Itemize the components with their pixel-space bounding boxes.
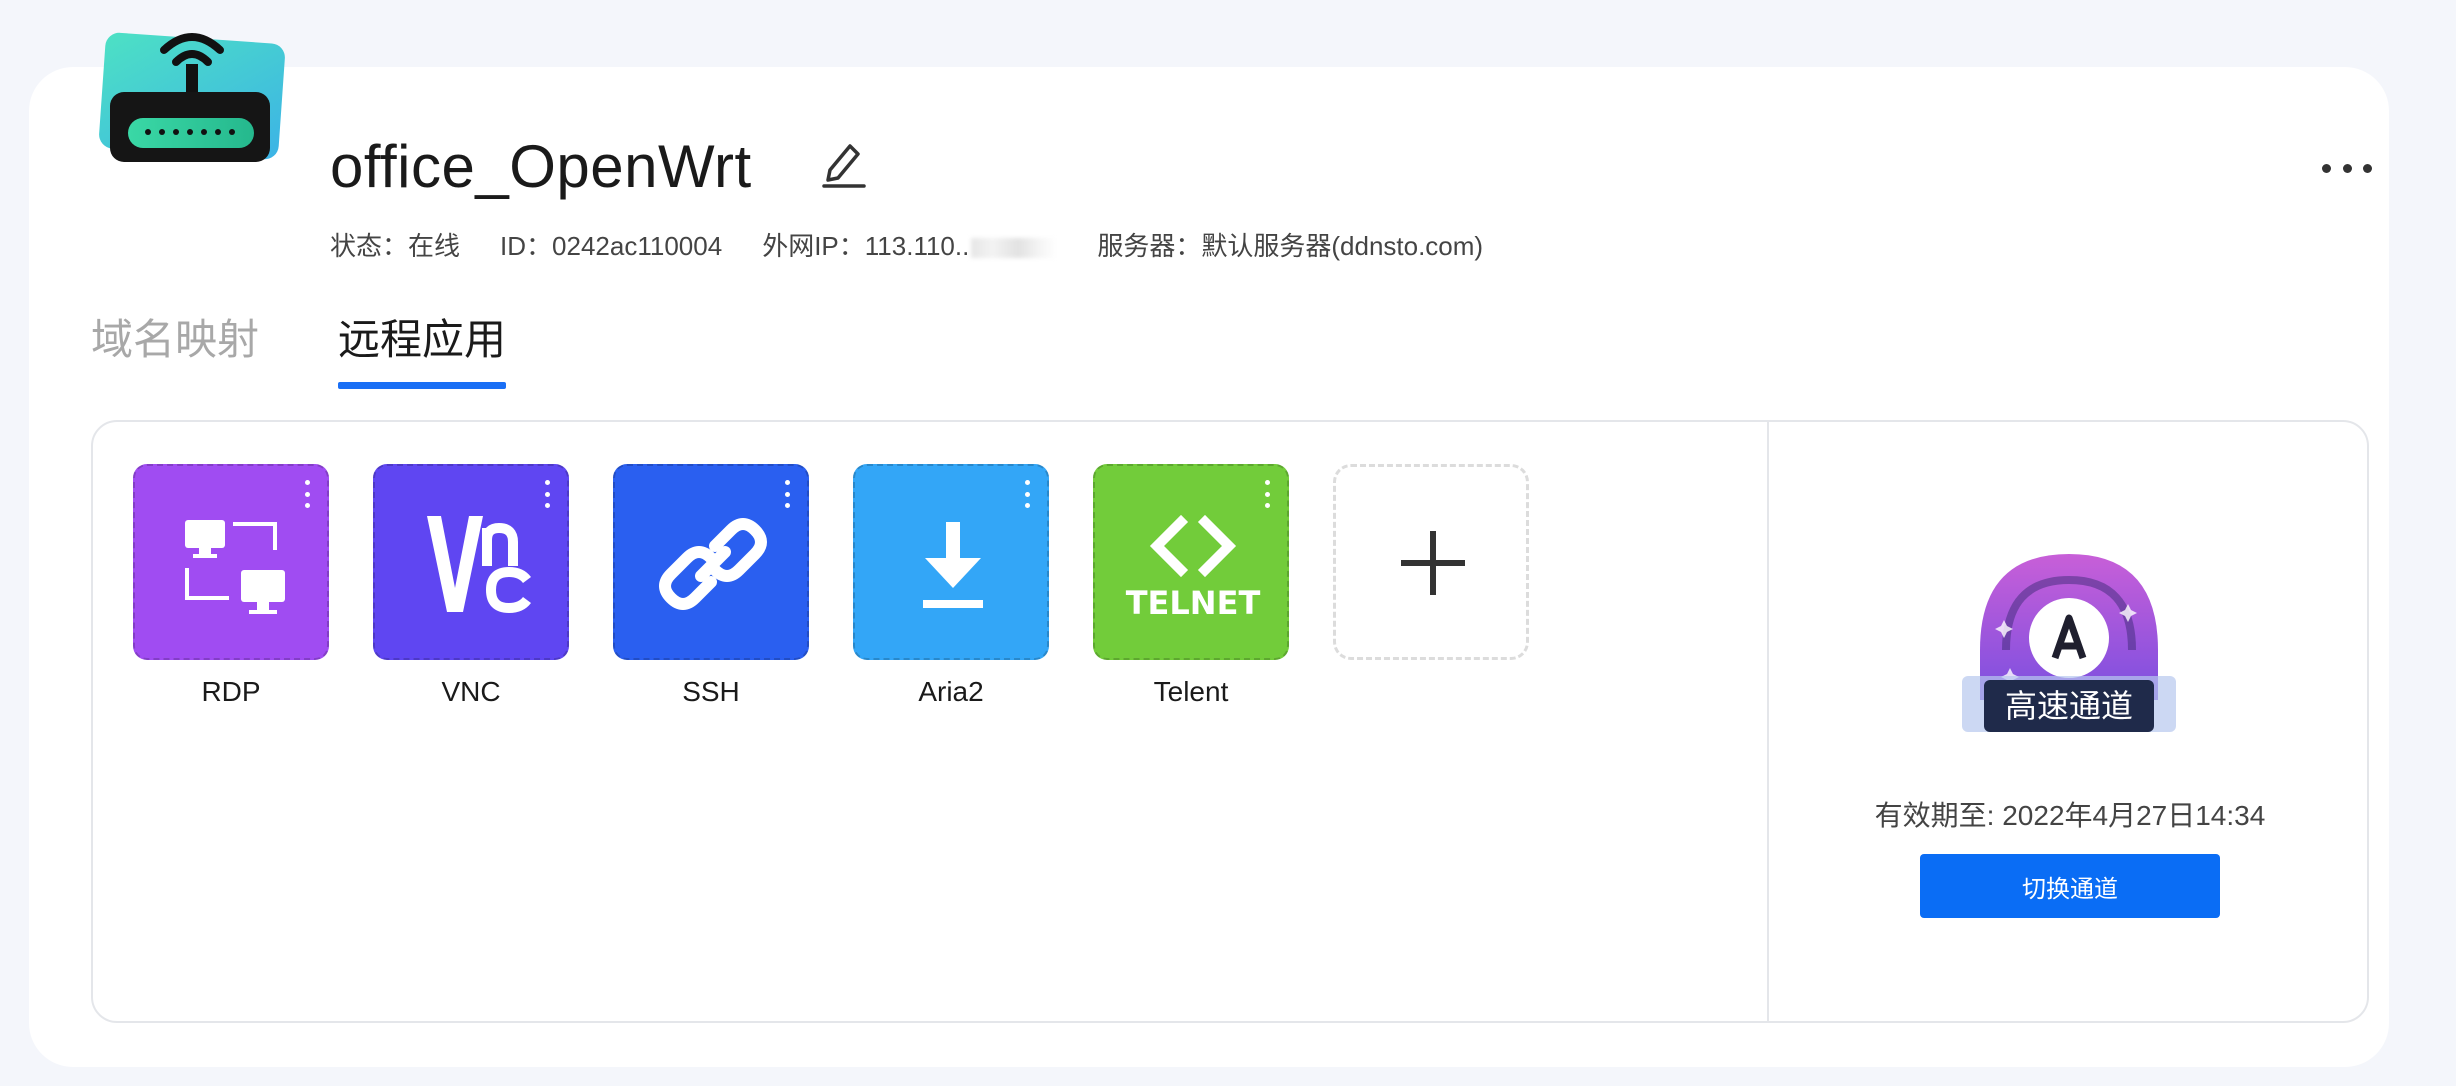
app-menu-icon[interactable] (541, 480, 553, 508)
app-tile-vnc[interactable] (373, 464, 569, 660)
tab-domain-mapping[interactable]: 域名映射 (91, 306, 259, 366)
expiry-date: 有效期至: 2022年4月27日14:34 (1874, 800, 2266, 831)
svg-text:TELNET: TELNET (1126, 584, 1261, 622)
status-value: 在线 (408, 230, 461, 261)
id-info: ID：0242ac110004 (500, 230, 723, 261)
app-rdp: RDP (133, 464, 329, 710)
app-ssh: SSH (613, 464, 809, 710)
app-menu-icon[interactable] (781, 480, 793, 508)
app-label-rdp: RDP (201, 676, 261, 707)
ip-redaction (971, 237, 1058, 258)
server-info: 服务器：默认服务器(ddnsto.com) (1097, 230, 1484, 261)
app-label-vnc: VNC (441, 676, 501, 707)
tab-remote-apps[interactable]: 远程应用 (338, 306, 506, 366)
ip-info: 外网IP：113.110.. (762, 226, 1058, 263)
app-telnet: TELNET Telent (1093, 464, 1289, 710)
device-name: office_OpenWrt (330, 132, 752, 200)
app-tile-rdp[interactable] (133, 464, 329, 660)
ip-value: 113.110.. (864, 230, 970, 261)
telnet-icon: TELNET (1126, 514, 1261, 622)
vnc-icon (427, 516, 531, 614)
router-icon (99, 32, 285, 162)
status-info: 状态：在线 (330, 230, 461, 261)
app-menu-icon[interactable] (1261, 480, 1273, 508)
app-vnc: VNC (373, 464, 569, 710)
add-app-button[interactable] (1333, 464, 1529, 660)
app-menu-icon[interactable] (1021, 480, 1033, 508)
panel-divider (1767, 420, 1769, 1023)
app-label-ssh: SSH (682, 676, 740, 707)
more-options-icon[interactable] (2322, 150, 2372, 186)
app-aria2: Aria2 (853, 464, 1049, 710)
server-value: 默认服务器(ddnsto.com) (1201, 230, 1484, 261)
id-value: 0242ac110004 (552, 230, 723, 261)
app-label-aria2: Aria2 (918, 676, 984, 707)
active-tab-indicator (338, 382, 506, 389)
edit-icon[interactable] (820, 136, 868, 188)
link-icon (659, 518, 767, 610)
download-icon (923, 522, 983, 608)
app-tile-aria2[interactable] (853, 464, 1049, 660)
plus-icon (1401, 531, 1465, 595)
app-menu-icon[interactable] (301, 480, 313, 508)
app-label-telnet: Telent (1153, 676, 1229, 707)
badge-label: 高速通道 (2004, 688, 2133, 724)
switch-channel-button[interactable]: 切换通道 (1920, 854, 2220, 918)
app-tile-ssh[interactable] (613, 464, 809, 660)
remote-desktop-icon (185, 520, 285, 614)
app-tile-telnet[interactable]: TELNET (1093, 464, 1289, 660)
device-meta: 状态：在线 ID：0242ac110004 外网IP：113.110.. 服务器… (330, 226, 1523, 262)
